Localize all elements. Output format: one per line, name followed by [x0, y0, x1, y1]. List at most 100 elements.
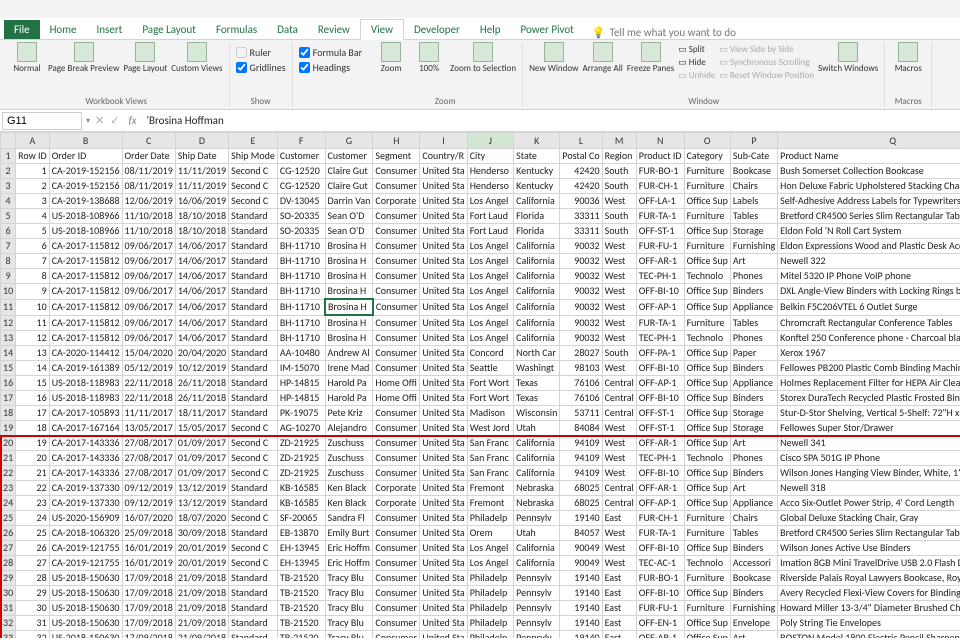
cell[interactable]: Philadelp	[467, 511, 513, 526]
cell[interactable]: OFF-BI-10	[636, 284, 684, 300]
cell[interactable]: Consumer	[373, 346, 420, 361]
cell[interactable]: BOSTON Model 1800 Electric Pencil Sharpe…	[778, 631, 960, 639]
cell[interactable]: Furniture	[684, 571, 730, 586]
cell[interactable]: Pennsylv	[514, 571, 560, 586]
cell[interactable]: 31	[16, 616, 50, 631]
cell[interactable]: Xerox 1967	[778, 346, 960, 361]
cell[interactable]: 08/11/2019	[122, 164, 175, 179]
cell[interactable]: CG-12520	[277, 164, 325, 179]
cell[interactable]: Office Sup	[684, 224, 730, 239]
cell[interactable]: Sandra Fl	[325, 511, 373, 526]
cell[interactable]: Ken Black	[325, 496, 373, 511]
cell[interactable]: 90036	[560, 194, 602, 209]
cell[interactable]: Emily Burt	[325, 526, 373, 541]
cell[interactable]: 94109	[560, 451, 602, 466]
cell[interactable]: 20/01/2019	[175, 556, 228, 571]
cell[interactable]: East	[602, 586, 636, 601]
cell[interactable]: 22/11/2018	[122, 376, 175, 391]
cell[interactable]: Office Sup	[684, 616, 730, 631]
col-header-corner[interactable]	[1, 133, 16, 149]
row-header-1[interactable]: 1	[1, 149, 16, 164]
cell[interactable]: Florida	[514, 209, 560, 224]
cell[interactable]: OFF-BI-10	[636, 541, 684, 556]
cell[interactable]: 84057	[560, 526, 602, 541]
row-header-22[interactable]: 22	[1, 466, 16, 481]
cell[interactable]: Standard	[229, 601, 278, 616]
cell[interactable]: OFF-ST-1	[636, 224, 684, 239]
cell[interactable]: Consumer	[373, 164, 420, 179]
cell[interactable]: 09/12/2019	[122, 481, 175, 496]
cell-header[interactable]: City	[467, 149, 513, 164]
cell[interactable]: Office Sup	[684, 299, 730, 315]
cell[interactable]: United Sta	[420, 496, 467, 511]
cell[interactable]: Pennsylv	[514, 586, 560, 601]
cell[interactable]: Standard	[229, 239, 278, 254]
cell[interactable]: Fort Wort	[467, 376, 513, 391]
cell[interactable]: 14/06/2017	[175, 284, 228, 300]
cell[interactable]: 16/01/2019	[122, 541, 175, 556]
cell[interactable]: IM-15070	[277, 361, 325, 376]
cell[interactable]: CA-2019-121755	[49, 541, 122, 556]
cell[interactable]: California	[514, 331, 560, 346]
cell[interactable]: Pennsylv	[514, 631, 560, 639]
cell[interactable]: Standard	[229, 346, 278, 361]
cell[interactable]: FUR-TA-1	[636, 526, 684, 541]
cell[interactable]: Riverside Palais Royal Lawyers Bookcase,…	[778, 571, 960, 586]
col-header-M[interactable]: M	[602, 133, 636, 149]
cell[interactable]: SF-20065	[277, 511, 325, 526]
cell[interactable]: 28027	[560, 346, 602, 361]
cell[interactable]: Avery Recycled Flexi-View Covers for Bin…	[778, 586, 960, 601]
tab-developer[interactable]: Developer	[404, 20, 470, 39]
cell[interactable]: 90032	[560, 331, 602, 346]
cell[interactable]: CA-2019-137330	[49, 496, 122, 511]
cell[interactable]: Nebraska	[514, 496, 560, 511]
cell[interactable]: United Sta	[420, 239, 467, 254]
cell[interactable]: Darrin Van	[325, 194, 373, 209]
cell[interactable]: CA-2017-143336	[49, 466, 122, 481]
cell[interactable]: Consumer	[373, 179, 420, 194]
cell-header[interactable]: Postal Co	[560, 149, 602, 164]
switch-windows-button[interactable]: Switch Windows	[818, 42, 878, 74]
cell-header[interactable]: Order ID	[49, 149, 122, 164]
cell[interactable]: Consumer	[373, 631, 420, 639]
cell[interactable]: Wisconsin	[514, 406, 560, 421]
cell[interactable]: Newell 341	[778, 436, 960, 451]
cell[interactable]: Office Sup	[684, 466, 730, 481]
cell[interactable]: Office Sup	[684, 194, 730, 209]
cell[interactable]: 33311	[560, 209, 602, 224]
cell[interactable]: East	[602, 631, 636, 639]
cell[interactable]: 09/06/2017	[122, 239, 175, 254]
cell[interactable]: Office Sup	[684, 406, 730, 421]
cell[interactable]: OFF-AP-1	[636, 496, 684, 511]
cell[interactable]: Consumer	[373, 436, 420, 451]
cell[interactable]: Binders	[730, 541, 777, 556]
tell-me[interactable]: 💡Tell me what you want to do	[592, 26, 736, 39]
cell-header[interactable]: Region	[602, 149, 636, 164]
row-header-32[interactable]: 32	[1, 616, 16, 631]
cell[interactable]: 33311	[560, 224, 602, 239]
cell[interactable]: Art	[730, 436, 777, 451]
cell[interactable]: SO-20335	[277, 209, 325, 224]
cell[interactable]: 8	[16, 269, 50, 284]
cell[interactable]: Standard	[229, 269, 278, 284]
cell[interactable]: West Jord	[467, 421, 513, 436]
cell[interactable]: West	[602, 541, 636, 556]
cell[interactable]: HP-14815	[277, 391, 325, 406]
cell[interactable]: Furniture	[684, 164, 730, 179]
row-header-10[interactable]: 10	[1, 284, 16, 300]
row-header-29[interactable]: 29	[1, 571, 16, 586]
cell[interactable]: United Sta	[420, 376, 467, 391]
cell[interactable]: Fremont	[467, 481, 513, 496]
cell[interactable]: ZD-21925	[277, 451, 325, 466]
cell[interactable]: 25	[16, 526, 50, 541]
cell[interactable]: 11/10/2018	[122, 224, 175, 239]
cell[interactable]: California	[514, 556, 560, 571]
cell[interactable]: East	[602, 571, 636, 586]
cell[interactable]: 19	[16, 436, 50, 451]
cell[interactable]: Standard	[229, 331, 278, 346]
cell[interactable]: Pennsylv	[514, 511, 560, 526]
cell[interactable]: Tables	[730, 209, 777, 224]
cell[interactable]: SO-20335	[277, 224, 325, 239]
cell[interactable]: 26/11/2018	[175, 391, 228, 406]
cell[interactable]: Los Angel	[467, 541, 513, 556]
